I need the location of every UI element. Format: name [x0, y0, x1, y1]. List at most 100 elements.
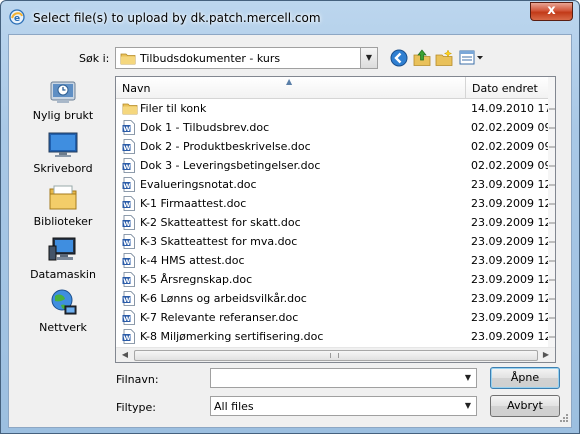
word-document-icon: W [122, 253, 136, 271]
chevron-down-icon: ▼ [464, 401, 472, 410]
svg-text:W: W [123, 277, 130, 285]
word-document-icon: W [122, 177, 136, 195]
libraries-icon [49, 185, 77, 210]
filename-label: Filnavn: [116, 373, 159, 386]
file-row[interactable]: W K-3 Skatteattest for mva.doc 23.09.2009 … [116, 232, 548, 251]
file-name: Dok 1 - Tilbudsbrev.doc [140, 121, 270, 134]
file-name: Filer til konk [140, 102, 207, 115]
file-date-modified: 23.09.2009 12:4 [471, 292, 548, 305]
file-date-modified: 23.09.2009 12:4 [471, 178, 548, 191]
file-row[interactable]: W Dok 1 - Tilbudsbrev.doc 02.02.2009 09:3 [116, 118, 548, 137]
file-row[interactable]: W Dok 2 - Produktbeskrivelse.doc 02.02.200… [116, 137, 548, 156]
look-in-value: Tilbudsdokumenter - kurs [140, 52, 281, 65]
close-icon: x [547, 3, 556, 18]
up-folder-icon[interactable] [412, 48, 432, 68]
cancel-button[interactable]: Avbryt [490, 395, 560, 417]
places-bar: Nylig brukt Skrivebord Biblioteker Datam… [13, 75, 113, 345]
file-date-modified: 02.02.2009 09:3 [471, 121, 548, 134]
file-date-modified: 23.09.2009 12:4 [471, 216, 548, 229]
filename-dropdown-button[interactable]: ▼ [460, 369, 476, 387]
place-label: Datamaskin [30, 268, 96, 281]
file-row[interactable]: W K-2 Skatteattest for skatt.doc 23.09.200… [116, 213, 548, 232]
browser-icon: e [9, 9, 25, 25]
close-button[interactable]: x [530, 2, 573, 21]
file-row[interactable]: Wk-4 HMS attest.doc 23.09.2009 12:4 [116, 251, 548, 270]
file-row[interactable]: W Evalueringsnotat.doc 23.09.2009 12:4 [116, 175, 548, 194]
file-row[interactable]: W K-1 Firmaattest.doc 23.09.2009 12:1 [116, 194, 548, 213]
place-label: Skrivebord [33, 162, 93, 175]
word-document-icon: W [122, 158, 136, 176]
title-bar[interactable]: e Select file(s) to upload by dk.patch.m… [1, 1, 579, 34]
place-label: Biblioteker [33, 215, 93, 228]
file-row[interactable]: W K-8 Miljømerking sertifisering.doc 23.09… [116, 327, 548, 346]
folder-row[interactable]: Filer til konk 14.09.2010 17:1 [116, 99, 548, 118]
look-in-dropdown-button[interactable]: ▼ [360, 48, 377, 68]
place-network[interactable]: Nettverk [13, 287, 113, 339]
svg-text:W: W [123, 334, 130, 342]
resize-grip-icon[interactable] [558, 414, 568, 424]
svg-text:e: e [14, 14, 20, 24]
place-desktop[interactable]: Skrivebord [13, 128, 113, 180]
scrollbar-thumb[interactable] [134, 350, 538, 361]
network-icon [51, 289, 77, 315]
place-label: Nylig brukt [32, 109, 94, 122]
column-name[interactable]: Navn [122, 82, 150, 95]
file-name: K-8 Miljømerking sertifisering.doc [140, 330, 324, 343]
file-name: K-3 Skatteattest for mva.doc [140, 235, 298, 248]
look-in-dropdown[interactable]: Tilbudsdokumenter - kurs ▼ [115, 47, 378, 69]
word-document-icon: W [122, 329, 136, 347]
file-date-modified: 02.02.2009 09:4 [471, 159, 548, 172]
place-computer[interactable]: Datamaskin [13, 234, 113, 286]
svg-text:W: W [123, 239, 130, 247]
grip-icon [330, 353, 339, 358]
scrollbar-ticks [549, 108, 555, 338]
word-document-icon: W [122, 120, 136, 138]
file-name: Dok 3 - Leveringsbetingelser.doc [140, 159, 321, 172]
filetype-dropdown-button[interactable]: ▼ [460, 397, 476, 415]
file-name: K-7 Relevante referanser.doc [140, 311, 299, 324]
filetype-select[interactable]: All files ▼ [210, 396, 477, 416]
word-document-icon: W [122, 139, 136, 157]
scroll-left-icon[interactable]: ◀ [119, 349, 131, 361]
place-recent[interactable]: Nylig brukt [13, 75, 113, 127]
dialog-body: Søk i: Tilbudsdokumenter - kurs ▼ Nylig … [8, 34, 572, 428]
file-name: K-5 Årsregnskap.doc [140, 273, 253, 286]
file-upload-dialog: e Select file(s) to upload by dk.patch.m… [0, 0, 580, 434]
file-row[interactable]: W K-6 Lønns og arbeidsvilkår.doc 23.09.200… [116, 289, 548, 308]
file-row[interactable]: W Dok 3 - Leveringsbetingelser.doc 02.02.2… [116, 156, 548, 175]
recent-places-icon [50, 81, 76, 103]
word-document-icon: W [122, 196, 136, 214]
column-header: Navn ▲ Dato endret [116, 77, 555, 99]
svg-text:W: W [123, 182, 130, 190]
look-in-label: Søk i: [79, 52, 110, 65]
new-folder-icon[interactable] [434, 48, 454, 68]
file-date-modified: 23.09.2009 12:4 [471, 273, 548, 286]
scroll-right-icon[interactable]: ▶ [540, 349, 552, 361]
file-rows: Filer til konk 14.09.2010 17:1 W Dok 1 - Ti… [116, 99, 548, 347]
window-title: Select file(s) to upload by dk.patch.mer… [33, 11, 321, 25]
file-name: K-6 Lønns og arbeidsvilkår.doc [140, 292, 307, 305]
column-divider[interactable] [465, 77, 466, 99]
column-date-modified[interactable]: Dato endret [472, 82, 538, 95]
svg-text:W: W [123, 258, 130, 266]
file-list[interactable]: Navn ▲ Dato endret Filer til konk 14.09.2… [115, 76, 556, 363]
svg-text:W: W [123, 201, 130, 209]
open-button[interactable]: Åpne [490, 367, 560, 389]
word-document-icon: W [122, 310, 136, 328]
horizontal-scrollbar[interactable]: ◀ ▶ [116, 347, 555, 362]
folder-icon [122, 101, 138, 118]
filename-input[interactable]: ▼ [210, 368, 477, 388]
file-name: k-4 HMS attest.doc [140, 254, 245, 267]
file-row[interactable]: W K-7 Relevante referanser.doc 23.09.2009 … [116, 308, 548, 327]
file-date-modified: 23.09.2009 12:1 [471, 197, 548, 210]
word-document-icon: W [122, 234, 136, 252]
back-icon[interactable] [389, 48, 409, 68]
file-date-modified: 23.09.2009 12:4 [471, 330, 548, 343]
vertical-scrollbar[interactable] [548, 77, 555, 347]
word-document-icon: W [122, 291, 136, 309]
place-libraries[interactable]: Biblioteker [13, 181, 113, 233]
svg-text:W: W [123, 125, 130, 133]
file-row[interactable]: W K-5 Årsregnskap.doc 23.09.2009 12:4 [116, 270, 548, 289]
view-menu-icon[interactable] [458, 48, 484, 68]
word-document-icon: W [122, 215, 136, 233]
